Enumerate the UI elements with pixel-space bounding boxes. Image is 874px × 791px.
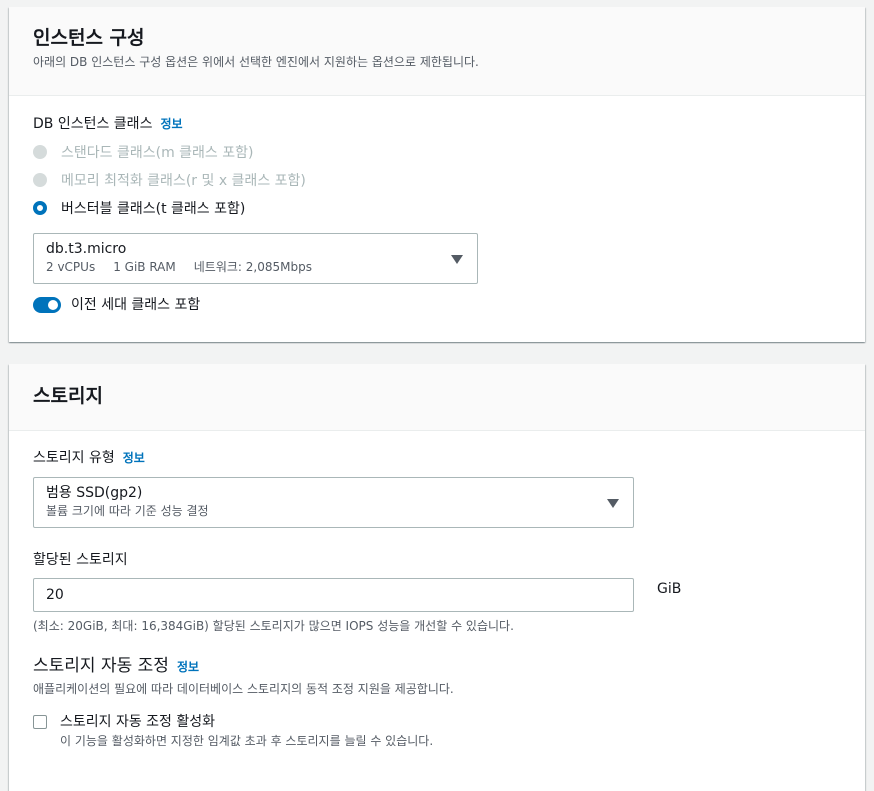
storage-type-info-link[interactable]: 정보 [123, 451, 145, 465]
previous-generation-toggle[interactable] [33, 297, 61, 313]
autoscaling-checkbox[interactable] [33, 715, 47, 729]
storage-type-label: 스토리지 유형 정보 [33, 448, 145, 468]
radio-burstable-indicator[interactable] [33, 201, 47, 215]
db-instance-class-info-link[interactable]: 정보 [160, 117, 182, 131]
storage-header: 스토리지 [9, 364, 865, 431]
allocated-storage-input[interactable]: 20 [33, 578, 634, 612]
radio-burstable-label: 버스터블 클래스(t 클래스 포함) [61, 201, 246, 217]
caret-down-icon [451, 254, 463, 264]
autoscaling-checkbox-row[interactable]: 스토리지 자동 조정 활성화 이 기능을 활성화하면 지정한 임계값 초과 후 … [33, 712, 433, 749]
storage-type-sub: 볼륨 크기에 따라 기준 성능 결정 [46, 504, 209, 518]
radio-standard-classes[interactable]: 스탠다드 클래스(m 클래스 포함) [33, 141, 253, 163]
instance-config-title: 인스턴스 구성 [33, 27, 145, 49]
autoscaling-checkbox-text: 스토리지 자동 조정 활성화 이 기능을 활성화하면 지정한 임계값 초과 후 … [60, 712, 433, 749]
db-instance-class-text: DB 인스턴스 클래스 [33, 116, 153, 132]
radio-burstable-classes[interactable]: 버스터블 클래스(t 클래스 포함) [33, 197, 245, 219]
autoscaling-checkbox-label: 스토리지 자동 조정 활성화 [60, 714, 216, 730]
instance-class-specs: 2 vCPUs 1 GiB RAM 네트워크: 2,085Mbps [46, 259, 465, 275]
storage-title: 스토리지 [33, 385, 103, 407]
db-instance-class-label: DB 인스턴스 클래스 정보 [33, 114, 183, 134]
autoscaling-info-link[interactable]: 정보 [177, 658, 199, 675]
radio-standard-label: 스탠다드 클래스(m 클래스 포함) [61, 145, 254, 161]
allocated-storage-unit: GiB [657, 581, 682, 597]
instance-class-ram: 1 GiB RAM [113, 260, 176, 274]
allocated-storage-hint: (최소: 20GiB, 최대: 16,384GiB) 할당된 스토리지가 많으면… [33, 619, 514, 633]
radio-memory-optimized-classes[interactable]: 메모리 최적화 클래스(r 및 x 클래스 포함) [33, 169, 306, 191]
instance-class-vcpu: 2 vCPUs [46, 260, 96, 274]
storage-type-text: 스토리지 유형 [33, 450, 115, 466]
caret-down-icon [607, 498, 619, 508]
storage-type-select[interactable]: 범용 SSD(gp2) 볼륨 크기에 따라 기준 성능 결정 [33, 477, 634, 528]
radio-standard-indicator[interactable] [33, 145, 47, 159]
previous-generation-toggle-row: 이전 세대 클래스 포함 [33, 295, 200, 315]
instance-class-value: db.t3.micro [46, 241, 127, 257]
autoscaling-title: 스토리지 자동 조정 [33, 656, 169, 676]
autoscaling-description: 애플리케이션의 필요에 따라 데이터베이스 스토리지의 동적 조정 지원을 제공… [33, 682, 454, 696]
radio-memory-optimized-indicator[interactable] [33, 173, 47, 187]
radio-memory-optimized-label: 메모리 최적화 클래스(r 및 x 클래스 포함) [61, 173, 306, 189]
autoscaling-checkbox-description: 이 기능을 활성화하면 지정한 임계값 초과 후 스토리지를 늘릴 수 있습니다… [60, 734, 434, 748]
instance-class-select[interactable]: db.t3.micro 2 vCPUs 1 GiB RAM 네트워크: 2,085M… [33, 233, 478, 284]
storage-type-value: 범용 SSD(gp2) [46, 485, 143, 501]
instance-config-panel: 인스턴스 구성 아래의 DB 인스턴스 구성 옵션은 위에서 선택한 엔진에서 … [9, 7, 865, 342]
instance-config-description: 아래의 DB 인스턴스 구성 옵션은 위에서 선택한 엔진에서 지원하는 옵션으… [33, 55, 479, 69]
previous-generation-label: 이전 세대 클래스 포함 [71, 297, 201, 313]
storage-panel: 스토리지 스토리지 유형 정보 범용 SSD(gp2) 볼륨 크기에 따라 기준 … [9, 364, 865, 791]
instance-class-network: 네트워크: 2,085Mbps [193, 260, 312, 274]
allocated-storage-label: 할당된 스토리지 [33, 552, 128, 568]
instance-config-header: 인스턴스 구성 아래의 DB 인스턴스 구성 옵션은 위에서 선택한 엔진에서 … [9, 7, 865, 96]
autoscaling-heading: 스토리지 자동 조정 정보 [33, 654, 199, 678]
toggle-knob [48, 300, 58, 310]
